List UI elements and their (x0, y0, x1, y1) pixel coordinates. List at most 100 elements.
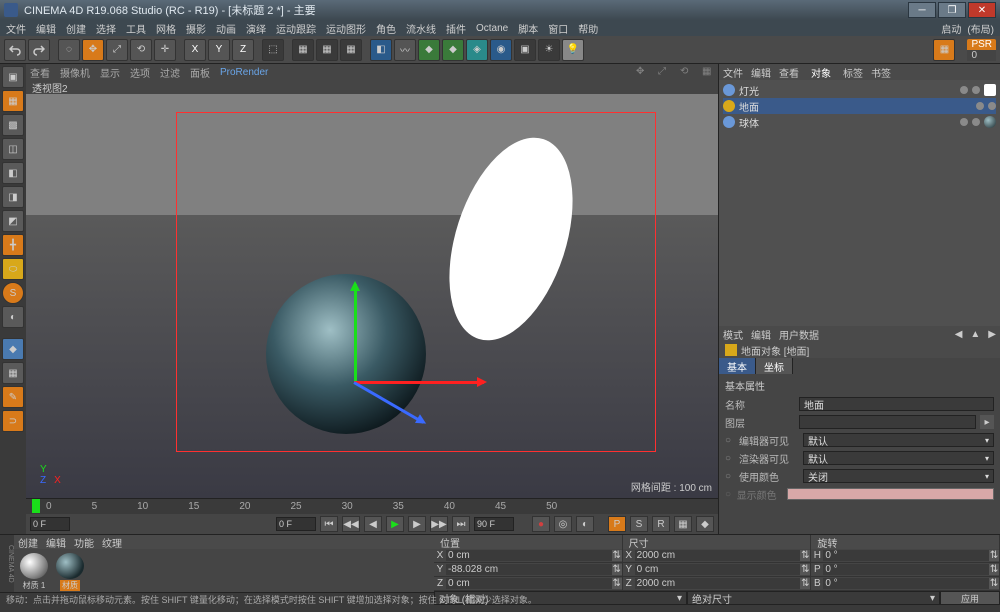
environment-button[interactable]: ◉ (490, 39, 512, 61)
mat-tab-edit[interactable]: 编辑 (46, 535, 66, 550)
visibility-dot[interactable] (960, 86, 968, 94)
bulb-button[interactable]: 💡 (562, 39, 584, 61)
menu-octane[interactable]: Octane (476, 23, 508, 34)
play-button[interactable]: ▶ (386, 516, 404, 532)
render-region-button[interactable]: ▦ (316, 39, 338, 61)
menu-script[interactable]: 脚本 (518, 21, 538, 36)
attr-tab-mode[interactable]: 模式 (723, 327, 743, 342)
magnet-button[interactable]: ⊃ (2, 410, 24, 432)
attr-vis-editor-select[interactable]: 默认 (803, 433, 994, 447)
next-key-button[interactable]: ▶▶ (430, 516, 448, 532)
material-item-selected[interactable]: 材质 (54, 553, 86, 591)
playhead[interactable] (32, 499, 40, 513)
material-list[interactable]: 材质 1 材质 (14, 549, 434, 595)
end-frame-field[interactable]: 90 F (474, 517, 514, 531)
prev-key-button[interactable]: ◀◀ (342, 516, 360, 532)
prev-frame-button[interactable]: ◀ (364, 516, 382, 532)
pos-x-field[interactable]: 0 cm (446, 550, 612, 561)
view-menu-options[interactable]: 选项 (130, 65, 150, 80)
minimize-button[interactable]: ─ (908, 2, 936, 18)
pos-key-button[interactable]: P (608, 516, 626, 532)
render-dot[interactable] (972, 86, 980, 94)
layer-picker-button[interactable]: ▸ (980, 415, 994, 429)
pla-key-button[interactable]: ◆ (696, 516, 714, 532)
view-menu-prorender[interactable]: ProRender (220, 67, 268, 78)
generator-button[interactable]: ◆ (418, 39, 440, 61)
axis-z-button[interactable]: Z (232, 39, 254, 61)
menu-character[interactable]: 角色 (376, 21, 396, 36)
current-frame-field[interactable]: 0 F (276, 517, 316, 531)
menu-file[interactable]: 文件 (6, 21, 26, 36)
camera-button[interactable]: ▣ (514, 39, 536, 61)
layout-select[interactable]: (布局) (967, 21, 994, 36)
coord-system-button[interactable]: ⬚ (262, 39, 284, 61)
next-frame-button[interactable]: ▶ (408, 516, 426, 532)
texture-mode-button[interactable]: ▩ (2, 114, 24, 136)
object-row-light[interactable]: 灯光 (723, 82, 996, 98)
object-row-floor[interactable]: 地面 (723, 98, 996, 114)
attr-nav-fwd-icon[interactable]: ▶ (988, 329, 996, 340)
render-view-button[interactable]: ▦ (292, 39, 314, 61)
make-editable-button[interactable]: ▣ (2, 66, 24, 88)
content-browser-button[interactable]: ▦ (933, 39, 955, 61)
menu-create[interactable]: 创建 (66, 21, 86, 36)
menu-tools[interactable]: 工具 (126, 21, 146, 36)
object-row-sphere[interactable]: 球体 (723, 114, 996, 130)
view-menu-camera[interactable]: 摄像机 (60, 65, 90, 80)
axis-x-button[interactable]: X (184, 39, 206, 61)
mat-tab-function[interactable]: 功能 (74, 535, 94, 550)
light-button[interactable]: ☀ (538, 39, 560, 61)
obj-tab-file[interactable]: 文件 (723, 65, 743, 80)
material-item[interactable]: 材质 1 (18, 553, 50, 591)
timeline-ruler[interactable]: 05101520253035404550 (26, 498, 718, 514)
menu-select[interactable]: 选择 (96, 21, 116, 36)
keyframe-sel-button[interactable]: ◐ (576, 516, 594, 532)
menu-simulate[interactable]: 演绎 (246, 21, 266, 36)
view-menu-display[interactable]: 显示 (100, 65, 120, 80)
maximize-button[interactable]: ❐ (938, 2, 966, 18)
attr-nav-back-icon[interactable]: ◀ (955, 329, 963, 340)
polygon-mode-button[interactable]: ◩ (2, 210, 24, 232)
close-button[interactable]: ✕ (968, 2, 996, 18)
scale-key-button[interactable]: S (630, 516, 648, 532)
mat-tab-create[interactable]: 创建 (18, 535, 38, 550)
start-frame-field[interactable]: 0 F (30, 517, 70, 531)
select-tool[interactable]: ◌ (58, 39, 80, 61)
attr-tab-edit[interactable]: 编辑 (751, 327, 771, 342)
generator2-button[interactable]: ◆ (442, 39, 464, 61)
keyframe-dot-icon[interactable]: ○ (725, 471, 735, 482)
menu-window[interactable]: 窗口 (548, 21, 568, 36)
attr-vis-render-select[interactable]: 默认 (803, 451, 994, 465)
object-list[interactable]: 灯光 地面 球体 (719, 80, 1000, 326)
goto-end-button[interactable]: ⏭ (452, 516, 470, 532)
obj-tab-bookmarks[interactable]: 书签 (871, 65, 891, 80)
size-y-field[interactable]: 0 cm (635, 564, 801, 575)
autokey-button[interactable]: ◎ (554, 516, 572, 532)
deformer-button[interactable]: ◈ (466, 39, 488, 61)
attr-subtab-coord[interactable]: 坐标 (756, 358, 793, 374)
axis-mode-button[interactable]: ╋ (2, 234, 24, 256)
spline-button[interactable]: 〰 (394, 39, 416, 61)
sphere-object[interactable] (266, 274, 426, 434)
attr-name-field[interactable]: 地面 (799, 397, 994, 411)
menu-animate[interactable]: 动画 (216, 21, 236, 36)
visibility-dot[interactable] (960, 118, 968, 126)
model-mode-button[interactable]: ▦ (2, 90, 24, 112)
obj-tab-view[interactable]: 查看 (779, 65, 799, 80)
attr-nav-up-icon[interactable]: ▲ (970, 329, 980, 340)
nav-zoom-icon[interactable]: ⤢ (658, 66, 670, 78)
viewport[interactable]: Y ZX 网格间距 : 100 cm (26, 94, 718, 498)
menu-tracker[interactable]: 运动跟踪 (276, 21, 316, 36)
attr-subtab-basic[interactable]: 基本 (719, 358, 756, 374)
rot-p-field[interactable]: 0 ° (823, 564, 989, 575)
light-tag-icon[interactable] (984, 84, 996, 96)
keyframe-dot-icon[interactable]: ○ (725, 435, 735, 446)
menu-edit[interactable]: 编辑 (36, 21, 56, 36)
coord-apply-button[interactable]: 应用 (940, 591, 1000, 605)
axis-y-button[interactable]: Y (208, 39, 230, 61)
size-x-field[interactable]: 2000 cm (635, 550, 801, 561)
view-menu-view[interactable]: 查看 (30, 65, 50, 80)
goto-start-button[interactable]: ⏮ (320, 516, 338, 532)
render-dot[interactable] (972, 118, 980, 126)
menu-mesh[interactable]: 网格 (156, 21, 176, 36)
